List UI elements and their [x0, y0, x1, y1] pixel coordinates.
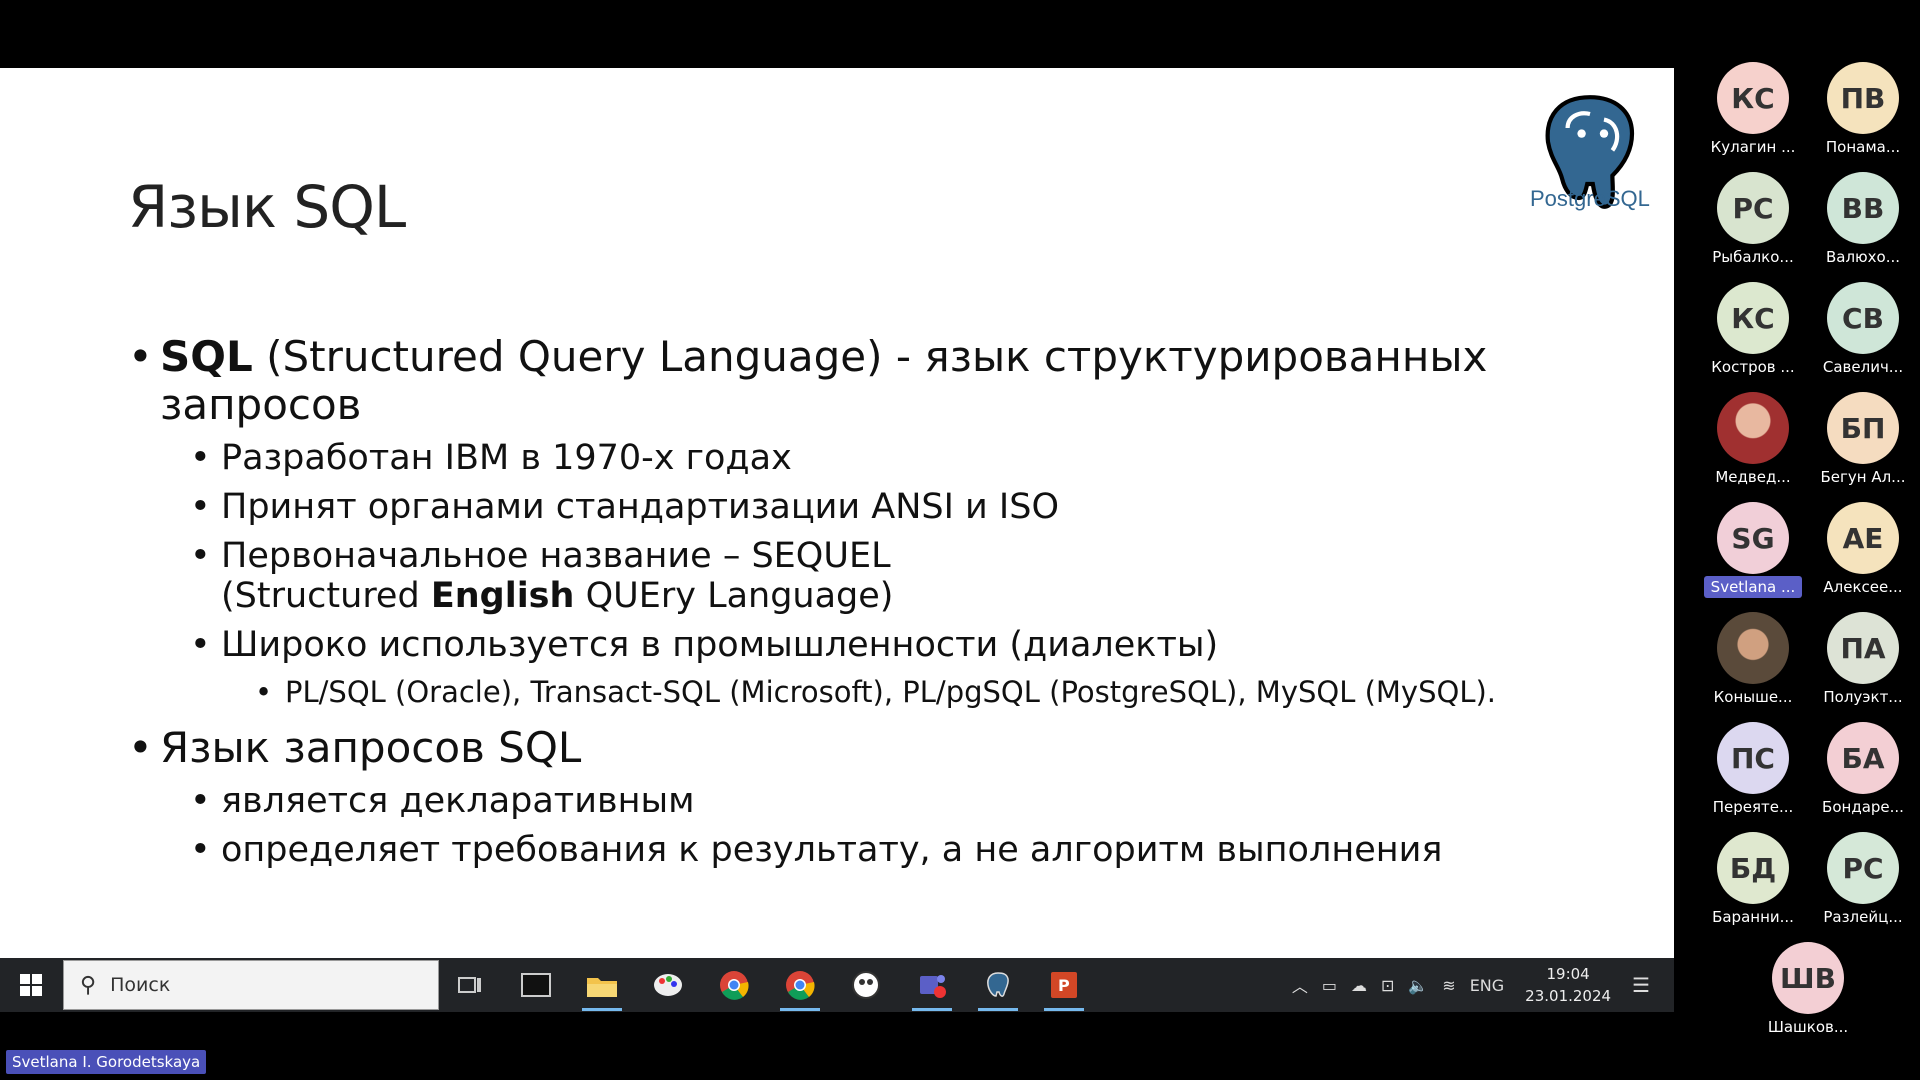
avatar: КС	[1717, 282, 1789, 354]
participant-tile[interactable]: БП Бегун Ал...	[1808, 392, 1918, 492]
avatar: ПА	[1827, 612, 1899, 684]
avatar: БП	[1827, 392, 1899, 464]
avatar: АЕ	[1827, 502, 1899, 574]
language-indicator[interactable]: ENG	[1470, 976, 1504, 995]
participant-tile-active-speaker[interactable]: SG Svetlana ...	[1698, 502, 1808, 602]
sql-definition-line2: запросов	[160, 380, 362, 429]
volume-icon[interactable]: 🔈	[1408, 976, 1428, 995]
participant-tile[interactable]: КС Костров ...	[1698, 282, 1808, 382]
participant-tile[interactable]: АЕ Алексее...	[1808, 502, 1918, 602]
clock-time: 19:04	[1546, 965, 1590, 983]
participant-tile[interactable]: ПА Полуэкт...	[1808, 612, 1918, 712]
sql-term: SQL	[160, 332, 253, 381]
avatar: СВ	[1827, 282, 1899, 354]
presentation-slide: Язык SQL PostgreSQL • SQL (Structured Qu…	[0, 68, 1674, 960]
tray-chevron-up-icon[interactable]: ︿	[1292, 973, 1308, 997]
slide-content: • SQL (Structured Query Language) - язык…	[128, 323, 1628, 871]
windows-taskbar: ⚲ Поиск P ︿ ▭ ☁ ⊡ 🔈 ≋ ENG 19:04 23.01.20…	[0, 958, 1674, 1012]
participant-tile[interactable]: КС Кулагин ...	[1698, 62, 1808, 162]
start-button[interactable]	[0, 958, 62, 1012]
avatar: РС	[1827, 832, 1899, 904]
participant-tile[interactable]: ПВ Понама...	[1808, 62, 1918, 162]
network-alert-icon[interactable]: ⊡	[1381, 976, 1394, 995]
screen: Язык SQL PostgreSQL • SQL (Structured Qu…	[0, 0, 1920, 1080]
bullet-declarative: • является декларативным	[190, 781, 695, 821]
avatar: ПС	[1717, 722, 1789, 794]
taskbar-search-box[interactable]: ⚲ Поиск	[63, 960, 439, 1010]
participant-tile[interactable]: ВВ Валюхо...	[1808, 172, 1918, 272]
bullet-ansi-iso: • Принят органами стандартизации ANSI и …	[190, 487, 1060, 527]
powerpoint-icon[interactable]: P	[1038, 964, 1090, 1011]
presenter-name-label: Svetlana I. Gorodetskaya	[6, 1050, 207, 1074]
avatar: ВВ	[1827, 172, 1899, 244]
pgadmin-app-icon[interactable]	[840, 964, 892, 1006]
avatar: РС	[1717, 172, 1789, 244]
task-view-icon[interactable]	[444, 964, 496, 1006]
bullet-dialects: • Широко используется в промышленности (…	[190, 625, 1219, 665]
chrome-icon-2[interactable]	[774, 964, 826, 1011]
participant-tile[interactable]: БД Баранни...	[1698, 832, 1808, 932]
participant-tile[interactable]: Коныше...	[1698, 612, 1808, 712]
terminal-app-icon[interactable]	[510, 964, 562, 1006]
paint-app-icon[interactable]	[642, 964, 694, 1006]
svg-text:P: P	[1058, 976, 1070, 995]
participant-tile[interactable]: ПС Переяте...	[1698, 722, 1808, 822]
onedrive-cloud-icon[interactable]: ☁	[1351, 976, 1367, 995]
avatar: SG	[1717, 502, 1789, 574]
bullet-dialect-list: • PL/SQL (Oracle), Transact-SQL (Microso…	[255, 675, 1497, 709]
teams-icon[interactable]	[906, 964, 958, 1011]
bullet-sql-query-language: • Язык запросов SQL	[128, 723, 582, 772]
system-tray: ︿ ▭ ☁ ⊡ 🔈 ≋ ENG 19:04 23.01.2024 ☰	[1285, 958, 1674, 1012]
participant-tile[interactable]: ШВ Шашков...	[1753, 942, 1863, 1042]
avatar: БД	[1717, 832, 1789, 904]
search-icon: ⚲	[80, 972, 97, 998]
postgresql-app-icon[interactable]	[972, 964, 1024, 1011]
battery-icon[interactable]: ▭	[1322, 976, 1337, 995]
file-explorer-icon[interactable]	[576, 964, 628, 1011]
bullet-requirements: • определяет требования к результату, а …	[190, 830, 1443, 870]
postgresql-logo-text: PostgreSQL	[1530, 186, 1650, 211]
clock[interactable]: 19:04 23.01.2024	[1525, 963, 1611, 1007]
wifi-icon[interactable]: ≋	[1442, 976, 1455, 995]
bullet-sequel: • Первоначальное название – SEQUEL (Stru…	[190, 536, 894, 616]
avatar-photo	[1717, 612, 1789, 684]
sql-definition-line1: (Structured Query Language) - язык струк…	[252, 332, 1488, 381]
avatar: БА	[1827, 722, 1899, 794]
bullet-sql-definition: • SQL (Structured Query Language) - язык…	[128, 332, 1488, 429]
participant-tile[interactable]: РС Разлейц...	[1808, 832, 1918, 932]
participants-panel: КС Кулагин ... ПВ Понама... РС Рыбалко..…	[1674, 0, 1920, 1080]
avatar: ПВ	[1827, 62, 1899, 134]
participant-tile[interactable]: СВ Савелич...	[1808, 282, 1918, 382]
participant-tile[interactable]: БА Бондаре...	[1808, 722, 1918, 822]
windows-logo-icon	[20, 974, 42, 996]
avatar: КС	[1717, 62, 1789, 134]
notifications-icon[interactable]: ☰	[1632, 973, 1650, 997]
avatar: ШВ	[1772, 942, 1844, 1014]
clock-date: 23.01.2024	[1525, 987, 1612, 1005]
avatar-photo	[1717, 392, 1789, 464]
participant-tile[interactable]: РС Рыбалко...	[1698, 172, 1808, 272]
chrome-icon[interactable]	[708, 964, 760, 1006]
bullet-developed-ibm: • Разработан IBM в 1970-х годах	[190, 438, 792, 478]
participant-tile[interactable]: Медвед...	[1698, 392, 1808, 492]
search-placeholder: Поиск	[110, 974, 171, 996]
slide-title: Язык SQL	[128, 173, 406, 241]
